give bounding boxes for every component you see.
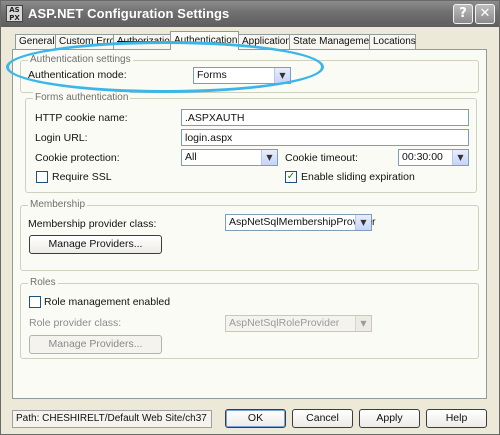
cookie-name-label: HTTP cookie name: bbox=[35, 112, 128, 124]
ok-button[interactable]: OK bbox=[225, 409, 286, 428]
cookie-protection-select[interactable]: All ▼ bbox=[181, 149, 278, 166]
highlight-ellipse bbox=[6, 41, 324, 93]
cookie-timeout-value: 00:30:00 bbox=[402, 151, 443, 163]
cookie-protection-label: Cookie protection: bbox=[35, 152, 120, 164]
roles-title: Roles bbox=[28, 277, 58, 288]
tab-general[interactable]: General bbox=[15, 34, 56, 49]
chevron-down-icon: ▼ bbox=[452, 150, 468, 165]
forms-authentication-group: Forms authentication HTTP cookie name: L… bbox=[25, 92, 477, 193]
chevron-down-icon: ▼ bbox=[355, 215, 371, 230]
tab-state-management[interactable]: State Management bbox=[289, 34, 378, 49]
sliding-expiration-checkbox[interactable]: ✓ bbox=[285, 171, 297, 183]
login-url-label: Login URL: bbox=[35, 132, 88, 144]
cookie-protection-value: All bbox=[185, 151, 197, 163]
manage-membership-providers-button[interactable]: Manage Providers... bbox=[29, 235, 162, 254]
require-ssl-checkbox[interactable] bbox=[36, 171, 48, 183]
sliding-expiration-label: Enable sliding expiration bbox=[301, 171, 415, 183]
membership-provider-select[interactable]: AspNetSqlMembershipProvider ▼ bbox=[225, 214, 376, 231]
path-status: Path: CHESHIRELT/Default Web Site/ch37 bbox=[12, 410, 212, 428]
chevron-down-icon: ▼ bbox=[355, 316, 371, 331]
cookie-timeout-select[interactable]: 00:30:00 ▼ bbox=[398, 149, 469, 166]
roles-group: Roles Role management enabled Role provi… bbox=[20, 277, 479, 359]
role-provider-label: Role provider class: bbox=[29, 317, 122, 329]
window-title: ASP.NET Configuration Settings bbox=[28, 6, 230, 21]
apply-button[interactable]: Apply bbox=[359, 409, 420, 428]
help-button[interactable]: Help bbox=[426, 409, 487, 428]
require-ssl-label: Require SSL bbox=[52, 171, 112, 183]
membership-group: Membership Membership provider class: As… bbox=[20, 199, 479, 271]
cookie-timeout-label: Cookie timeout: bbox=[285, 152, 358, 164]
role-management-checkbox[interactable] bbox=[29, 296, 41, 308]
manage-role-providers-button[interactable]: Manage Providers... bbox=[29, 335, 162, 354]
cancel-button[interactable]: Cancel bbox=[292, 409, 353, 428]
aspnet-icon: AS PX bbox=[6, 5, 23, 22]
close-button[interactable]: ✕ bbox=[475, 4, 495, 24]
role-management-label: Role management enabled bbox=[44, 296, 171, 308]
chevron-down-icon: ▼ bbox=[261, 150, 277, 165]
cookie-name-input[interactable] bbox=[181, 109, 469, 126]
forms-authentication-title: Forms authentication bbox=[33, 92, 131, 103]
membership-title: Membership bbox=[28, 199, 88, 210]
authentication-tab-page: Authentication settings Authentication m… bbox=[12, 49, 487, 399]
title-bar[interactable]: AS PX ASP.NET Configuration Settings ? ✕ bbox=[1, 1, 499, 27]
role-provider-value: AspNetSqlRoleProvider bbox=[229, 317, 340, 329]
tab-locations[interactable]: Locations bbox=[369, 34, 416, 49]
membership-provider-label: Membership provider class: bbox=[28, 218, 157, 230]
login-url-input[interactable] bbox=[181, 129, 469, 146]
help-title-button[interactable]: ? bbox=[453, 4, 473, 24]
config-dialog: AS PX ASP.NET Configuration Settings ? ✕ … bbox=[0, 0, 500, 435]
role-provider-select[interactable]: AspNetSqlRoleProvider ▼ bbox=[225, 315, 372, 332]
membership-provider-value: AspNetSqlMembershipProvider bbox=[229, 216, 376, 228]
